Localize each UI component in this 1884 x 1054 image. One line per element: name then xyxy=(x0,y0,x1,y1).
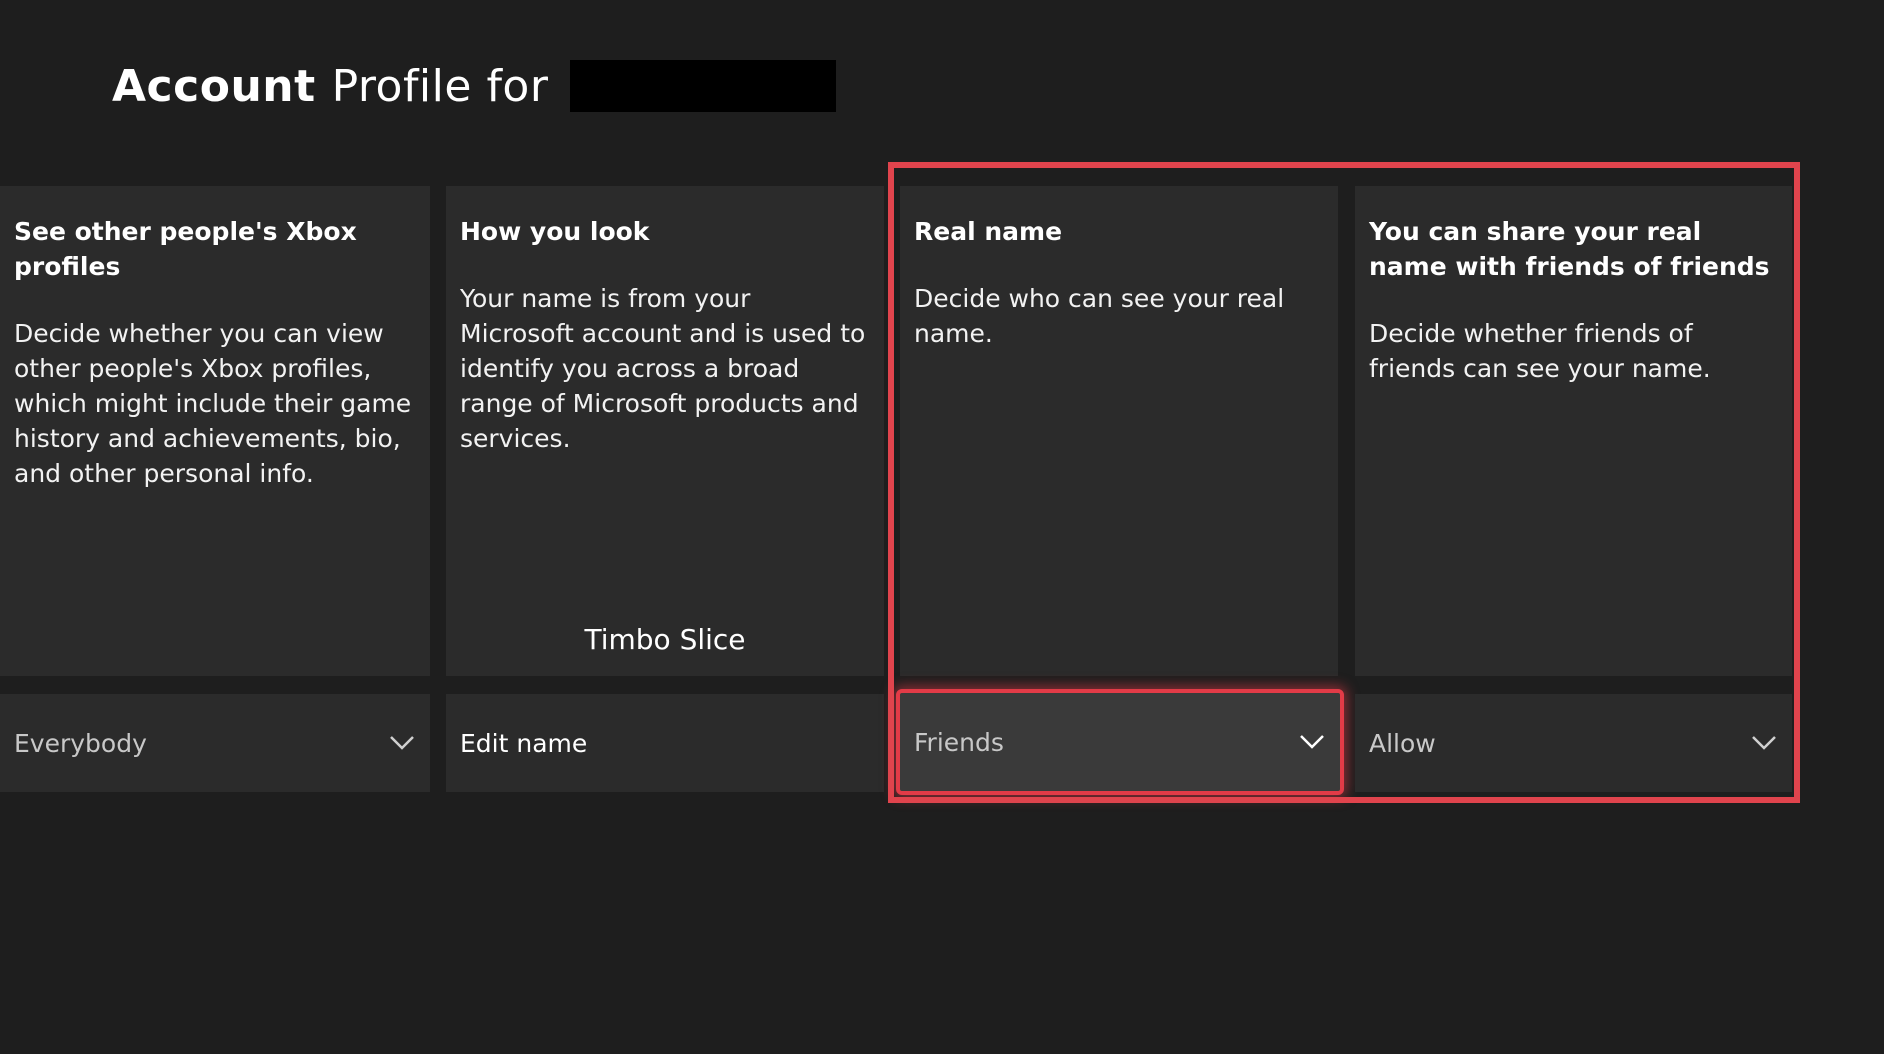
button-label: Edit name xyxy=(460,728,588,758)
page-title-rest: Profile for xyxy=(331,60,549,112)
edit-name-button[interactable]: Edit name xyxy=(446,694,884,792)
account-profile-screen: Account Profile for See other people's X… xyxy=(0,0,1884,1054)
card-description: Decide who can see your real name. xyxy=(914,284,1285,348)
card-description: Decide whether friends of friends can se… xyxy=(1369,319,1711,383)
card-title: See other people's Xbox profiles xyxy=(14,217,357,281)
page-title-strong: Account xyxy=(112,60,316,112)
card-title: Real name xyxy=(914,217,1063,246)
card-how-you-look: How you look Your name is from your Micr… xyxy=(446,186,884,676)
share-real-name-dropdown[interactable]: Allow xyxy=(1355,694,1792,792)
page-title: Account Profile for xyxy=(112,54,837,118)
chevron-down-icon xyxy=(1750,729,1778,757)
dropdown-value: Allow xyxy=(1369,728,1436,758)
dropdown-value: Friends xyxy=(914,727,1004,757)
card-share-real-name: You can share your real name with friend… xyxy=(1355,186,1792,676)
card-title: You can share your real name with friend… xyxy=(1369,217,1770,281)
chevron-down-icon xyxy=(388,729,416,757)
card-real-name: Real name Decide who can see your real n… xyxy=(900,186,1338,676)
chevron-down-icon xyxy=(1298,728,1326,756)
card-see-other-profiles: See other people's Xbox profiles Decide … xyxy=(0,186,430,676)
real-name-dropdown[interactable]: Friends xyxy=(896,689,1344,795)
dropdown-value: Everybody xyxy=(14,728,147,758)
card-title: How you look xyxy=(460,217,650,246)
see-other-profiles-dropdown[interactable]: Everybody xyxy=(0,694,430,792)
redacted-gamertag xyxy=(570,60,837,112)
display-name: Timbo Slice xyxy=(584,623,746,656)
card-description: Decide whether you can view other people… xyxy=(14,319,412,488)
card-description: Your name is from your Microsoft account… xyxy=(460,284,866,453)
